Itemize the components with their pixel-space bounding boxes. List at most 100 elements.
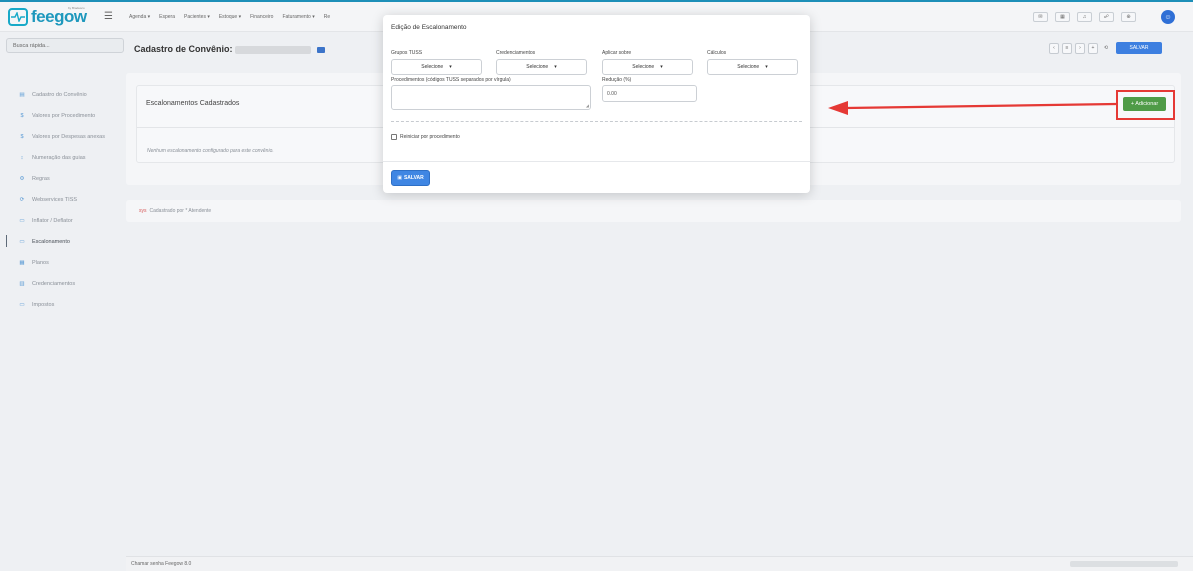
sidebar-item-valores-procedimento[interactable]: $ Valores por Procedimento [6, 105, 124, 126]
nav-estoque[interactable]: Estoque ▾ [219, 14, 241, 20]
logo-subtitle: by Bradesco [68, 6, 85, 10]
audit-label: Cadastrado por * Atendente [149, 208, 212, 214]
refresh-icon: ⟳ [19, 196, 25, 203]
audit-bar: sys Cadastrado por * Atendente [126, 200, 1181, 222]
building-icon: ▥ [19, 280, 25, 287]
caret-down-icon: ▾ [554, 64, 557, 70]
reducao-label: Redução (%) [602, 77, 632, 83]
list-icon[interactable]: ≡ [1062, 42, 1072, 54]
modal-title: Edição de Escalonamento [391, 24, 467, 31]
card-icon: ▭ [19, 217, 25, 224]
section-divider [391, 121, 802, 122]
top-navigation: Agenda ▾ Espera Pacientes ▾ Estoque ▾ Fi… [129, 14, 330, 20]
logo-text: feegow [31, 7, 87, 26]
sidebar-item-label: Credenciamentos [32, 280, 76, 287]
save-label: SALVAR [1129, 45, 1149, 51]
modal-footer-divider [383, 161, 810, 162]
page-title-text: Cadastro de Convênio: [134, 44, 233, 54]
modal-save-button[interactable]: ▣ SALVAR [391, 170, 430, 186]
plus-icon[interactable]: + [1088, 42, 1098, 54]
nav-faturamento[interactable]: Faturamento ▾ [282, 14, 314, 20]
calculos-select[interactable]: Selecione ▾ [707, 59, 798, 75]
sys-tag: sys [139, 208, 147, 214]
mail-icon[interactable]: ✉ [1033, 12, 1048, 22]
sort-icon: ↕ [20, 154, 24, 161]
resize-handle-icon[interactable]: ◢ [586, 103, 589, 108]
dollar-icon: $ [20, 133, 24, 140]
reiniciar-checkbox[interactable] [391, 134, 397, 140]
grupos-tuss-select[interactable]: Selecione ▾ [391, 59, 482, 75]
bell-icon[interactable]: ♫ [1077, 12, 1092, 22]
page-actions: ‹ ≡ › + ⟲ SALVAR [1049, 42, 1162, 54]
credenciamentos-label: Credenciamentos [496, 50, 536, 56]
nav-financeiro[interactable]: Financeiro [250, 14, 273, 20]
chevron-left-icon[interactable]: ‹ [1049, 42, 1059, 54]
hamburger-menu-icon[interactable]: ☰ [104, 11, 113, 22]
feegow-logo[interactable]: feegow by Bradesco [8, 6, 87, 27]
history-icon[interactable]: ⟲ [1101, 43, 1111, 54]
aplicar-sobre-label: Aplicar sobre [602, 50, 632, 56]
caret-down-icon: ▾ [765, 64, 768, 70]
sidebar-item-valores-despesas[interactable]: $ Valores por Despesas anexas [6, 126, 124, 147]
chat-icon[interactable]: ☍ [1099, 12, 1114, 22]
redacted-name [234, 45, 311, 54]
sidebar-item-label: Valores por Procedimento [32, 112, 96, 119]
bottom-status-text[interactable]: Chamar senha Feegow 8.0 [131, 561, 191, 567]
gear-icon: ⚙ [19, 175, 25, 182]
top-icon-group: ✉ ▦ ♫ ☍ ⊕ [1033, 12, 1136, 22]
sidebar-item-label: Webservices TISS [32, 196, 78, 203]
sidebar-item-planos[interactable]: ▦ Planos [6, 252, 124, 273]
chevron-right-icon[interactable]: › [1075, 42, 1085, 54]
caret-down-icon: ▾ [449, 64, 452, 70]
quick-search-input[interactable]: Busca rápida... [6, 38, 124, 53]
sidebar-menu: ▤ Cadastro do Convênio $ Valores por Proce… [6, 84, 124, 315]
select-placeholder: Selecione [421, 64, 444, 70]
reiniciar-checkbox-row[interactable]: Reiniciar por procedimento [391, 134, 460, 140]
sidebar-item-webservices[interactable]: ⟳ Webservices TISS [6, 189, 124, 210]
caret-down-icon: ▾ [660, 64, 663, 70]
sidebar-item-label: Valores por Despesas anexas [32, 133, 105, 140]
sidebar-item-numeracao[interactable]: ↕ Numeração das guias [6, 147, 124, 168]
table-icon: ▦ [19, 259, 25, 266]
sidebar-item-label: Regras [32, 175, 50, 182]
aplicar-sobre-select[interactable]: Selecione ▾ [602, 59, 693, 75]
procedimentos-textarea[interactable]: ◢ [391, 85, 591, 110]
save-button-top[interactable]: SALVAR [1116, 42, 1162, 54]
pointer-arrow [828, 101, 1117, 115]
save-label: SALVAR [403, 175, 424, 181]
card-icon: ▭ [19, 301, 25, 308]
credenciamentos-select[interactable]: Selecione ▾ [496, 59, 587, 75]
select-placeholder: Selecione [737, 64, 760, 70]
page-title: Cadastro de Convênio: [134, 44, 325, 54]
sidebar-item-label: Numeração das guias [32, 154, 86, 161]
edit-escalonamento-modal: Edição de Escalonamento Grupos TUSS Sele… [383, 15, 810, 193]
grid-icon[interactable]: ▦ [1055, 12, 1070, 22]
dollar-icon: $ [20, 112, 24, 119]
highlight-box [1116, 90, 1175, 120]
sidebar-item-label: Cadastro do Convênio [32, 91, 87, 98]
reducao-input[interactable]: 0.00 [602, 85, 697, 102]
empty-message: Nenhum escalonamento configurado para es… [147, 148, 274, 154]
grupos-tuss-label: Grupos TUSS [391, 50, 423, 56]
sidebar-item-inflator[interactable]: ▭ Inflator / Deflator [6, 210, 124, 231]
heartbeat-icon [8, 8, 28, 26]
sidebar-item-label: Inflator / Deflator [32, 217, 73, 224]
sidebar-item-cadastro[interactable]: ▤ Cadastro do Convênio [6, 84, 124, 105]
nav-relatorios[interactable]: Re [324, 14, 330, 20]
sidebar-item-label: Planos [32, 259, 49, 266]
nav-agenda[interactable]: Agenda ▾ [129, 14, 150, 20]
sidebar-item-impostos[interactable]: ▭ Impostos [6, 294, 124, 315]
sidebar-item-regras[interactable]: ⚙ Regras [6, 168, 124, 189]
sidebar-item-escalonamento[interactable]: ▭ Escalonamento [6, 231, 124, 252]
nav-espera[interactable]: Espera [159, 14, 175, 20]
card-icon [316, 46, 325, 53]
card-title: Escalonamentos Cadastrados [146, 100, 240, 107]
sidebar-item-label: Escalonamento [32, 238, 70, 245]
sidebar-item-credenciamentos[interactable]: ▥ Credenciamentos [6, 273, 124, 294]
help-icon[interactable]: ⊕ [1121, 12, 1136, 22]
card-icon: ▭ [19, 238, 25, 245]
nav-pacientes[interactable]: Pacientes ▾ [184, 14, 210, 20]
user-avatar-icon[interactable]: ☺ [1161, 10, 1175, 24]
procedimentos-label: Procedimentos (códigos TUSS separados po… [391, 77, 511, 83]
bottom-status-bar: Chamar senha Feegow 8.0 [126, 556, 1193, 571]
